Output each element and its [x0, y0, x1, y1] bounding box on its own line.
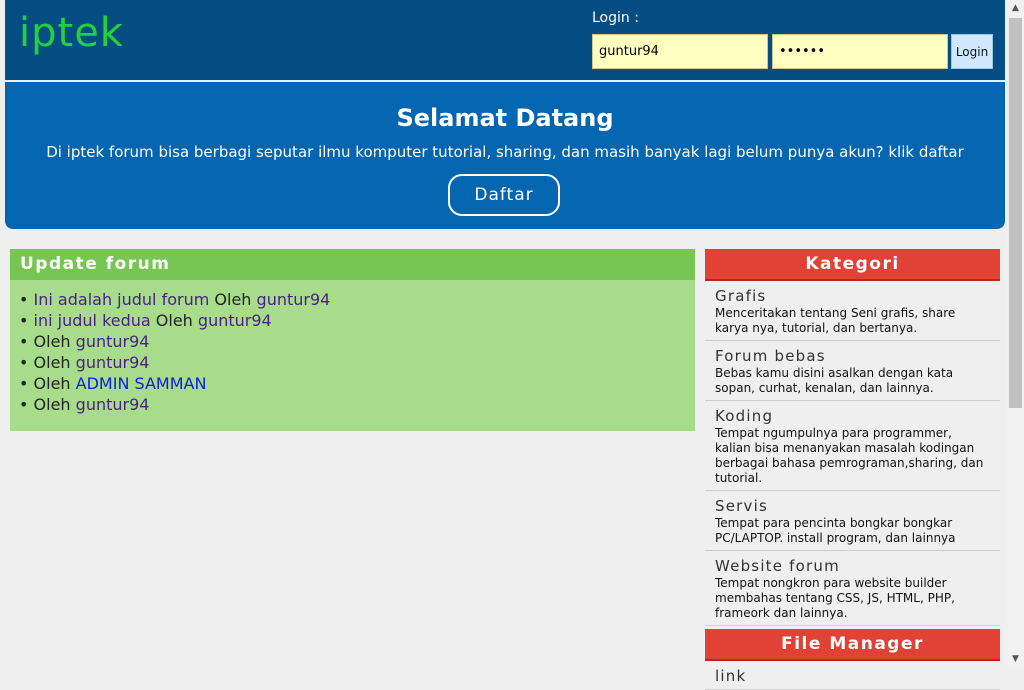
page-scrollbar[interactable]: ▲ ▼: [1007, 0, 1024, 668]
category-title[interactable]: Website forum: [715, 557, 990, 575]
login-label: Login :: [592, 10, 639, 26]
forum-title-link[interactable]: Ini adalah judul forum: [34, 290, 210, 309]
category-item-grafis[interactable]: Grafis Menceritakan tentang Seni grafis,…: [705, 281, 1000, 341]
site-logo[interactable]: iptek: [19, 10, 124, 56]
category-item-servis[interactable]: Servis Tempat para pencinta bongkar bong…: [705, 491, 1000, 551]
author-link[interactable]: guntur94: [76, 395, 150, 414]
category-item-forum-bebas[interactable]: Forum bebas Bebas kamu disini asalkan de…: [705, 341, 1000, 401]
scroll-down-icon[interactable]: ▼: [1007, 651, 1024, 668]
author-link[interactable]: guntur94: [257, 290, 331, 309]
forum-title-link[interactable]: ini judul kedua: [34, 311, 151, 330]
list-item: • Oleh guntur94: [19, 332, 150, 351]
author-link[interactable]: ADMIN SAMMAN: [76, 374, 207, 393]
welcome-text: Di iptek forum bisa berbagi seputar ilmu…: [46, 143, 964, 161]
oleh-label: Oleh: [33, 332, 71, 351]
author-link[interactable]: guntur94: [76, 332, 150, 351]
category-desc: Bebas kamu disini asalkan dengan kata so…: [715, 366, 954, 395]
category-title[interactable]: Koding: [715, 407, 990, 425]
author-link[interactable]: guntur94: [76, 353, 150, 372]
list-item: • Oleh ADMIN SAMMAN: [19, 374, 207, 393]
oleh-label: Oleh: [33, 353, 71, 372]
category-item-website-forum[interactable]: Website forum Tempat nongkron para websi…: [705, 551, 1000, 626]
username-input[interactable]: [592, 34, 768, 69]
list-item: • ini judul kedua Oleh guntur94: [19, 311, 272, 330]
category-desc: Tempat ngumpulnya para programmer, kalia…: [715, 426, 984, 485]
author-link[interactable]: guntur94: [198, 311, 272, 330]
category-desc: Tempat nongkron para website builder mem…: [715, 576, 955, 620]
welcome-banner: Selamat Datang Di iptek forum bisa berba…: [5, 82, 1005, 229]
file-manager-item-link[interactable]: link: [705, 661, 1000, 690]
welcome-title: Selamat Datang: [396, 104, 614, 132]
oleh-label: Oleh: [155, 311, 193, 330]
scroll-up-icon[interactable]: ▲: [1007, 0, 1024, 17]
list-item: • Oleh guntur94: [19, 395, 150, 414]
oleh-label: Oleh: [33, 374, 71, 393]
scrollbar-thumb[interactable]: [1009, 18, 1022, 408]
file-manager-link[interactable]: link: [715, 667, 990, 685]
password-input[interactable]: [772, 34, 948, 69]
list-item: • Ini adalah judul forum Oleh guntur94: [19, 290, 331, 309]
daftar-button[interactable]: Daftar: [448, 174, 560, 216]
oleh-label: Oleh: [33, 395, 71, 414]
category-desc: Menceritakan tentang Seni grafis, share …: [715, 306, 956, 335]
category-title[interactable]: Grafis: [715, 287, 990, 305]
file-manager-title: File Manager: [705, 629, 1000, 661]
list-item: • Oleh guntur94: [19, 353, 150, 372]
top-header: iptek Login : Login: [5, 0, 1005, 80]
update-forum-list: • Ini adalah judul forum Oleh guntur94 •…: [10, 280, 695, 415]
update-forum-panel: Update forum • Ini adalah judul forum Ol…: [10, 249, 695, 431]
category-title[interactable]: Forum bebas: [715, 347, 990, 365]
login-button[interactable]: Login: [951, 34, 993, 69]
update-forum-title: Update forum: [10, 249, 695, 280]
category-item-koding[interactable]: Koding Tempat ngumpulnya para programmer…: [705, 401, 1000, 491]
category-title[interactable]: Servis: [715, 497, 990, 515]
kategori-title: Kategori: [705, 249, 1000, 281]
oleh-label: Oleh: [214, 290, 252, 309]
category-desc: Tempat para pencinta bongkar bongkar PC/…: [715, 516, 956, 545]
sidebar: Kategori Grafis Menceritakan tentang Sen…: [705, 249, 1000, 690]
